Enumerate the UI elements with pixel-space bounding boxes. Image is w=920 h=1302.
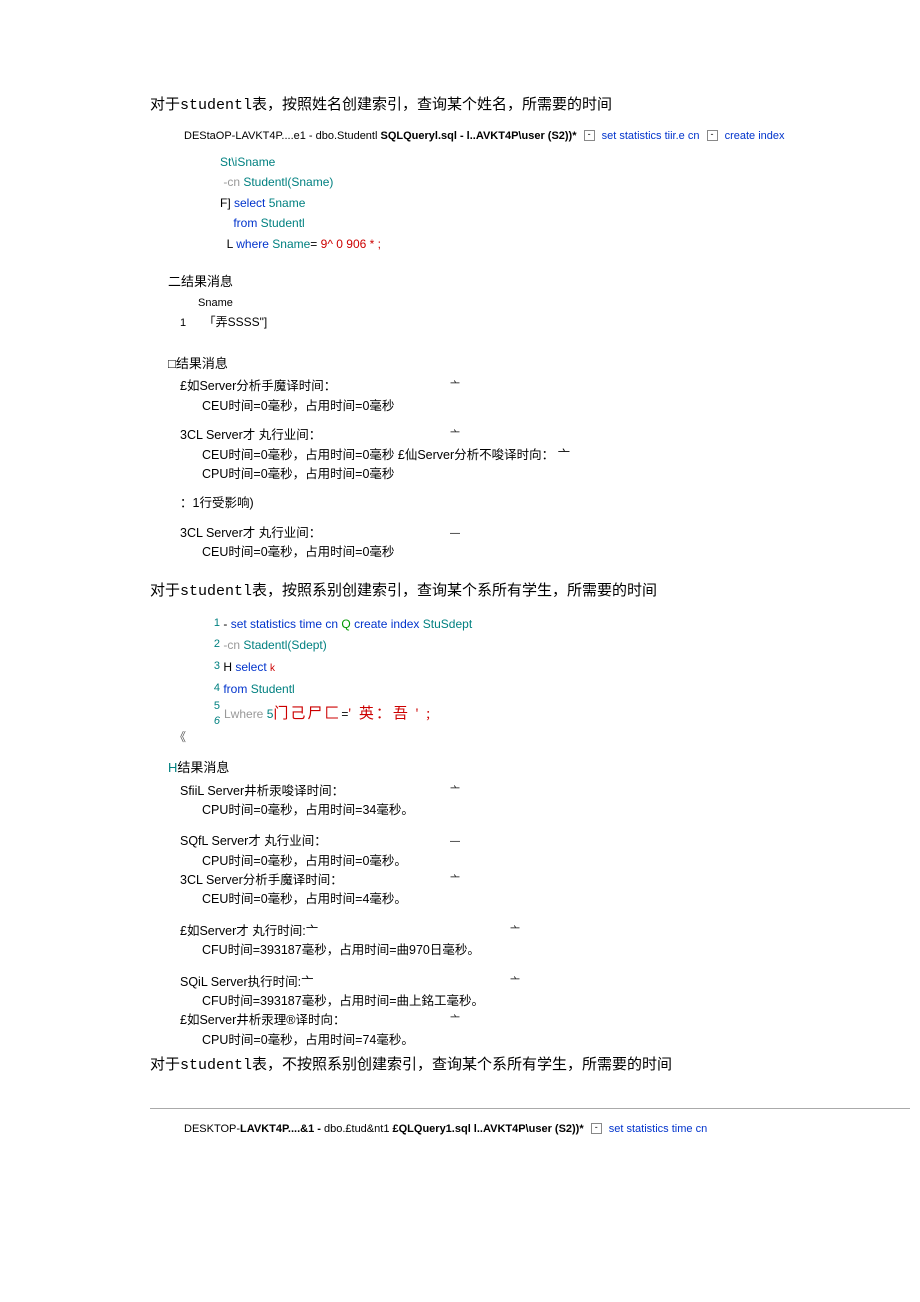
msg-line: £如Server井析汞理®译时向：亠 xyxy=(180,1011,910,1030)
msg-line: CEU时间=0毫秒，占用时间=0毫秒 xyxy=(180,397,910,416)
msg-line: CPU时间=0毫秒，占用时间=0毫秒 xyxy=(180,465,910,484)
h3-post: 表，不按照系别创建索引，查询某个系所有学生，所需要的时间 xyxy=(252,1056,672,1073)
collapse-icon: - xyxy=(584,130,595,141)
section1-messages: £如Server分析手魔译时间：亠 CEU时间=0毫秒，占用时间=0毫秒 3CL… xyxy=(180,377,910,562)
collapse-icon: - xyxy=(707,130,718,141)
code-line: 3 H select k xyxy=(206,657,910,679)
tab-mid: dbo.£tud&nt1 xyxy=(324,1123,393,1135)
msg-line: CPU时间=0毫秒，占用时间=0毫秒。 xyxy=(180,852,910,871)
col-header: Sname xyxy=(180,295,910,312)
h2-post: 表，按照系别创建索引，查询某个系所有学生，所需要的时间 xyxy=(252,582,657,599)
msg-line: £如Server才 丸行时间:亠亠 xyxy=(180,922,910,941)
msg-line: CFU时间=393187毫秒，占用时间=曲970日毫秒。 xyxy=(180,941,910,960)
msg-line: CPU时间=0毫秒，占用时间=34毫秒。 xyxy=(180,801,910,820)
h3-mono: studentl xyxy=(180,1057,252,1074)
msg-header: 结果消息 xyxy=(177,760,229,775)
h2-mono: studentl xyxy=(180,583,252,600)
code-line: 4 from Studentl xyxy=(206,679,910,701)
code-line: L where Sname= 9^ 0 906 * ; xyxy=(220,234,910,254)
tab-kw2: create index xyxy=(725,130,785,142)
cell-value: 「弄SSSS"] xyxy=(190,315,268,329)
msg-line: SfiiL Server井析汞唆译时间：亠 xyxy=(180,782,910,801)
collapse-icon: - xyxy=(591,1123,602,1134)
msg-line: CEU时间=0毫秒，占用时间=0毫秒 £仙Server分析不唆译时向： 亠 xyxy=(180,446,910,465)
code-line: F] select 5name xyxy=(220,193,910,213)
section1-code: St\iSname -cn Studentl(Sname) F] select … xyxy=(220,152,910,254)
msg-line: CFU时间=393187毫秒，占用时间=曲上銘工毫秒。 xyxy=(180,992,910,1011)
code-line: 1 - set statistics time cn Q create inde… xyxy=(206,614,910,636)
h1-post: 表，按照姓名创建索引，查询某个姓名，所需要的时间 xyxy=(252,96,612,113)
section2-heading: 对于studentl表，按照系别创建索引，查询某个系所有学生，所需要的时间 xyxy=(150,580,910,604)
tab-kw1: set statistics tiir.e cn xyxy=(602,130,700,142)
section2-code: 1 - set statistics time cn Q create inde… xyxy=(206,614,910,728)
tab-text: DEStaOP-LAVKT4P....e1 - dbo.Studentl xyxy=(184,130,377,142)
section3-tabline: DESKTOP-LAVKT4P....&1 - dbo.£tud&nt1 £QL… xyxy=(184,1121,910,1138)
row-number: 1 xyxy=(180,317,186,329)
result-grid: Sname 1 「弄SSSS"] xyxy=(180,295,910,331)
code-line: -cn Studentl(Sname) xyxy=(220,172,910,192)
section1-heading: 对于studentl表，按照姓名创建索引，查询某个姓名，所需要的时间 xyxy=(150,94,910,118)
msg-line: CEU时间=0毫秒，占用时间=0毫秒 xyxy=(180,543,910,562)
code-line: from Studentl xyxy=(220,213,910,233)
h2-pre: 对于 xyxy=(150,582,180,599)
section1-tabline: DEStaOP-LAVKT4P....e1 - dbo.Studentl SQL… xyxy=(184,128,910,145)
h1-mono: studentl xyxy=(180,97,252,114)
tab-text: DESKTOP- xyxy=(184,1123,240,1135)
msg-line: SQiL Server执行时间:亠亠 xyxy=(180,973,910,992)
document-page: 对于studentl表，按照姓名创建索引，查询某个姓名，所需要的时间 DESta… xyxy=(0,0,920,1185)
h1-pre: 对于 xyxy=(150,96,180,113)
table-row: 1 「弄SSSS"] xyxy=(180,313,910,332)
tab-bold: SQLQueryl.sql - l..AVKT4P\user (S2))* xyxy=(377,130,576,142)
h3-pre: 对于 xyxy=(150,1056,180,1073)
msg-line: 3CL Server才 丸行业间：— xyxy=(180,524,910,543)
msg-line: CPU时间=0毫秒，占用时间=74毫秒。 xyxy=(180,1031,910,1050)
section2-messages: SfiiL Server井析汞唆译时间：亠 CPU时间=0毫秒，占用时间=34毫… xyxy=(180,782,910,1051)
msg-header: □结果消息 xyxy=(168,354,910,374)
msg-line: ：1行受影响) xyxy=(180,494,910,513)
msg-line: £如Server分析手魔译时间：亠 xyxy=(180,377,910,396)
msg-line: 3CL Server才 丸行业间：亠 xyxy=(180,426,910,445)
code-line: St\iSname xyxy=(220,152,910,172)
msg-line: CEU时间=0毫秒，占用时间=4毫秒。 xyxy=(180,890,910,909)
section3-heading: 对于studentl表，不按照系别创建索引，查询某个系所有学生，所需要的时间 xyxy=(150,1054,910,1078)
code-line: Lwhere 5门己尸匚=' 英：吾 ' ; xyxy=(224,701,910,728)
collapse-icon: - xyxy=(223,617,227,631)
msg-line: 3CL Server分析手魔译时间：亠 xyxy=(180,871,910,890)
tab-kw: set statistics time cn xyxy=(609,1123,707,1135)
code-line: 2 -cn Stadentl(Sdept) xyxy=(206,635,910,657)
divider xyxy=(150,1108,910,1109)
tab-bold2: £QLQuery1.sql l..AVKT4P\user (S2))* xyxy=(393,1123,584,1135)
result-header: 二结果消息 xyxy=(168,272,910,292)
tab-bold: LAVKT4P....&1 - xyxy=(240,1123,324,1135)
scroll-left-icon: 《 xyxy=(174,728,910,746)
msg-header-prefix: H xyxy=(168,760,177,775)
msg-line: SQfL Server才 丸行业间：— xyxy=(180,832,910,851)
